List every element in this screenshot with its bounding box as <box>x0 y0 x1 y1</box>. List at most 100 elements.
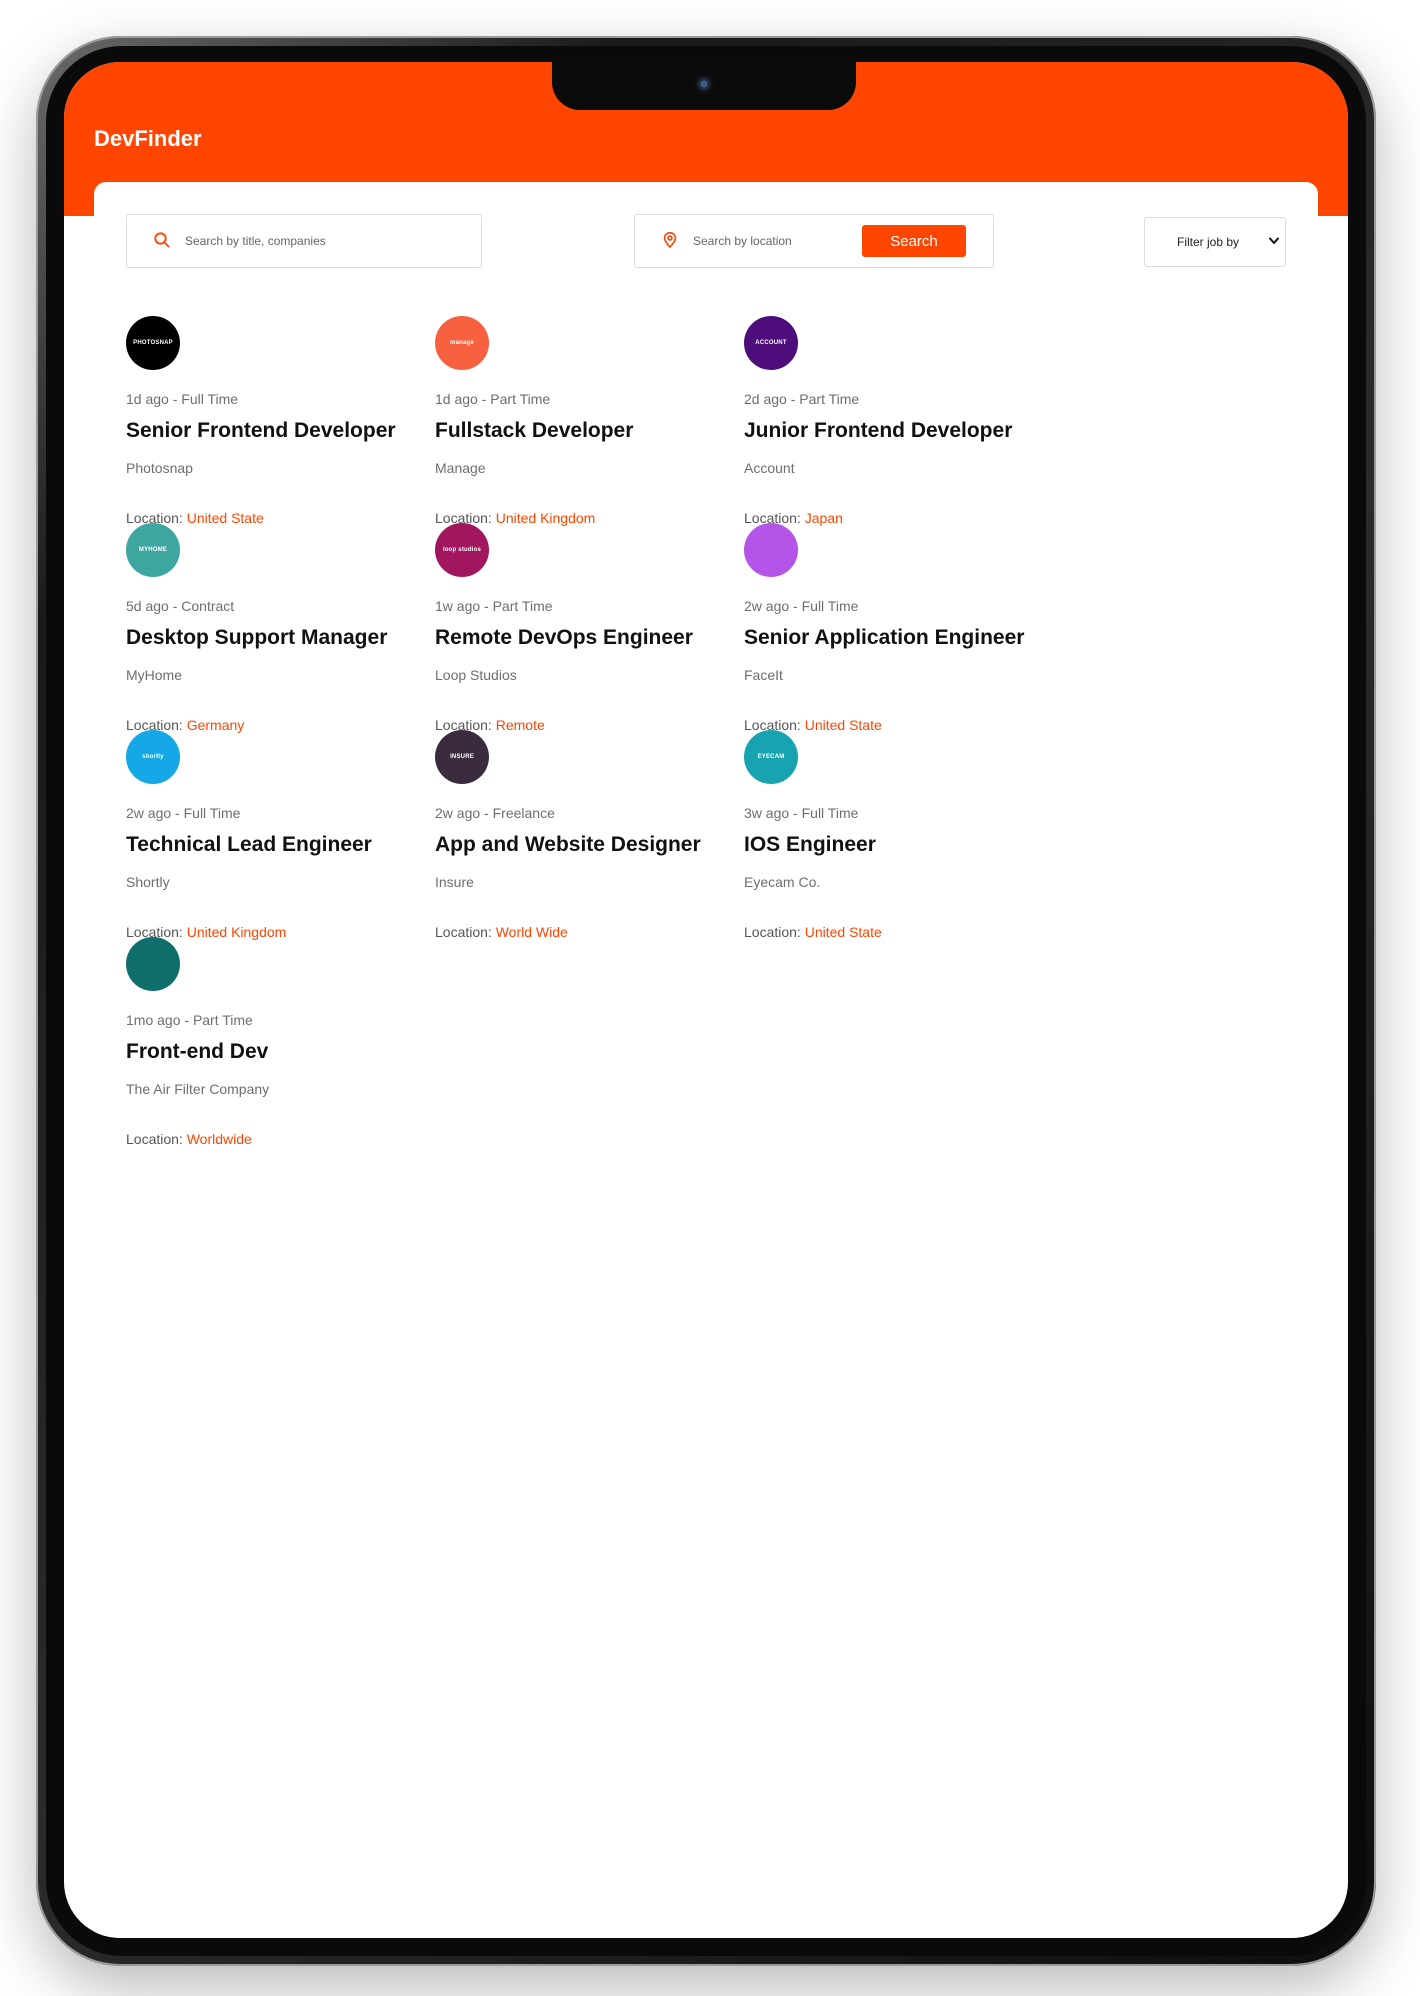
job-type: Freelance <box>492 805 555 821</box>
job-title[interactable]: Technical Lead Engineer <box>126 833 372 857</box>
job-meta: 2w ago - Full Time <box>126 805 240 821</box>
job-company: The Air Filter Company <box>126 1081 270 1097</box>
location-search-box[interactable]: Search <box>634 214 994 268</box>
company-logo-icon: MYHOME <box>126 523 180 577</box>
job-meta: 3w ago - Full Time <box>744 805 858 821</box>
job-meta: 2w ago - Freelance <box>435 805 555 821</box>
company-logo-icon: manage <box>435 316 489 370</box>
meta-separator: - <box>477 391 491 407</box>
title-search-box[interactable] <box>126 214 482 268</box>
job-title[interactable]: Desktop Support Manager <box>126 626 387 650</box>
job-type: Contract <box>181 598 235 614</box>
company-logo-text: PHOTOSNAP <box>133 340 173 346</box>
job-type: Full Time <box>801 598 859 614</box>
company-logo-text: loop studios <box>442 547 482 553</box>
company-logo-text: MYHOME <box>138 547 168 553</box>
job-posted: 5d ago <box>126 598 169 614</box>
company-logo-icon: INSURE <box>435 730 489 784</box>
job-meta: 1mo ago - Part Time <box>126 1012 253 1028</box>
job-card[interactable]: INSURE 2w ago - Freelance App and Websit… <box>435 730 795 960</box>
job-card[interactable]: manage 1d ago - Part Time Fullstack Deve… <box>435 316 795 546</box>
job-posted: 2w ago <box>744 598 790 614</box>
search-icon <box>154 232 170 248</box>
job-company: FaceIt <box>744 667 783 683</box>
brand-logo[interactable]: DevFinder <box>94 126 202 152</box>
meta-separator: - <box>180 1012 193 1028</box>
job-posted: 2w ago <box>126 805 172 821</box>
job-title[interactable]: Remote DevOps Engineer <box>435 626 693 650</box>
job-posted: 2d ago <box>744 391 787 407</box>
job-posted: 1w ago <box>435 598 481 614</box>
job-type: Part Time <box>799 391 860 407</box>
job-posted: 2w ago <box>435 805 481 821</box>
meta-separator: - <box>789 598 802 614</box>
job-title[interactable]: Senior Frontend Developer <box>126 419 396 443</box>
job-meta: 5d ago - Contract <box>126 598 234 614</box>
job-company: MyHome <box>126 667 183 683</box>
location-search-input[interactable] <box>693 230 843 252</box>
job-title[interactable]: Junior Frontend Developer <box>744 419 1012 443</box>
job-company: Photosnap <box>126 460 193 476</box>
company-logo-icon: EYECAM <box>744 730 798 784</box>
job-posted: 1d ago <box>435 391 478 407</box>
meta-separator: - <box>168 391 182 407</box>
company-logo-icon <box>744 523 798 577</box>
company-logo-icon: loop studios <box>435 523 489 577</box>
job-title[interactable]: IOS Engineer <box>744 833 876 857</box>
job-company: Account <box>744 460 795 476</box>
job-location: Location: United State <box>744 924 882 940</box>
job-meta: 1d ago - Part Time <box>435 391 550 407</box>
job-card[interactable]: shortly 2w ago - Full Time Technical Lea… <box>126 730 486 960</box>
job-posted: 3w ago <box>744 805 790 821</box>
job-title[interactable]: App and Website Designer <box>435 833 701 857</box>
job-type: Part Time <box>490 391 551 407</box>
job-title[interactable]: Fullstack Developer <box>435 419 633 443</box>
location-label: Location: <box>744 924 801 940</box>
job-card[interactable]: ACCOUNT 2d ago - Part Time Junior Fronte… <box>744 316 1104 546</box>
meta-separator: - <box>480 598 493 614</box>
job-card[interactable]: EYECAM 3w ago - Full Time IOS Engineer E… <box>744 730 1104 960</box>
company-logo-icon <box>126 937 180 991</box>
job-card[interactable]: 2w ago - Full Time Senior Application En… <box>744 523 1104 753</box>
meta-separator: - <box>786 391 800 407</box>
location-value: Worldwide <box>186 1131 252 1147</box>
job-card[interactable]: 1mo ago - Part Time Front-end Dev The Ai… <box>126 937 486 1167</box>
company-logo-text: shortly <box>142 754 164 760</box>
job-type: Full Time <box>801 805 859 821</box>
location-label: Location: <box>126 1131 183 1147</box>
company-logo-text: INSURE <box>450 754 474 760</box>
job-posted: 1d ago <box>126 391 169 407</box>
job-title[interactable]: Senior Application Engineer <box>744 626 1024 650</box>
job-type: Full Time <box>183 805 241 821</box>
job-title[interactable]: Front-end Dev <box>126 1040 268 1064</box>
job-company: Manage <box>435 460 486 476</box>
company-logo-text: ACCOUNT <box>755 340 787 346</box>
job-meta: 1w ago - Part Time <box>435 598 553 614</box>
job-card[interactable]: PHOTOSNAP 1d ago - Full Time Senior Fron… <box>126 316 486 546</box>
job-card[interactable]: loop studios 1w ago - Part Time Remote D… <box>435 523 795 753</box>
company-logo-icon: PHOTOSNAP <box>126 316 180 370</box>
job-meta: 1d ago - Full Time <box>126 391 238 407</box>
company-logo-text: EYECAM <box>757 754 785 760</box>
location-value: United State <box>804 924 882 940</box>
device-notch <box>552 62 856 110</box>
title-search-input[interactable] <box>185 230 425 252</box>
job-company: Insure <box>435 874 474 890</box>
screen: DevFinder Search Filter job by <box>64 62 1348 1938</box>
job-company: Eyecam Co. <box>744 874 821 890</box>
company-logo-text: manage <box>450 340 474 346</box>
location-pin-icon <box>663 231 677 249</box>
job-type: Part Time <box>192 1012 253 1028</box>
filter-job-select[interactable]: Filter job by <box>1144 217 1286 267</box>
job-card[interactable]: MYHOME 5d ago - Contract Desktop Support… <box>126 523 486 753</box>
search-button[interactable]: Search <box>862 225 966 257</box>
job-company: Shortly <box>126 874 170 890</box>
company-logo-icon: shortly <box>126 730 180 784</box>
meta-separator: - <box>789 805 802 821</box>
job-meta: 2w ago - Full Time <box>744 598 858 614</box>
main-content: Search Filter job by PHOTOSNAP 1d ago - … <box>94 182 1318 1938</box>
meta-separator: - <box>480 805 493 821</box>
meta-separator: - <box>171 805 184 821</box>
meta-separator: - <box>168 598 182 614</box>
job-type: Full Time <box>181 391 239 407</box>
